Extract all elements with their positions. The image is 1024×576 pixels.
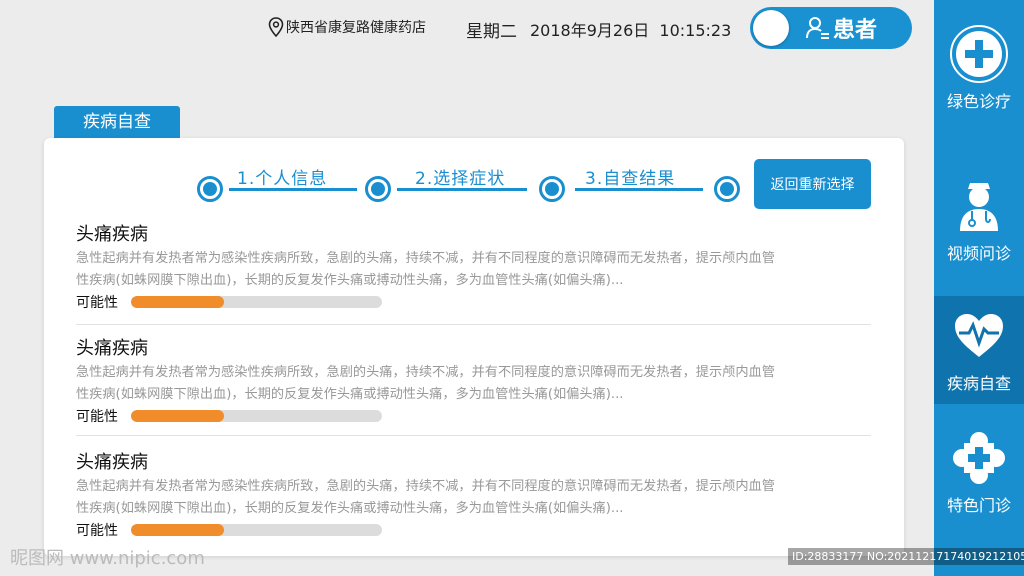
sidebar-item-label: 绿色诊疗 <box>946 92 1011 111</box>
user-role-label: 患者 <box>833 18 878 43</box>
step-results: 3.自查结果 <box>585 169 676 189</box>
result-item[interactable]: 头痛疾病 急性起病并有发热者常为感染性疾病所致，急剧的头痛，持续不减，并有不同程… <box>76 334 871 426</box>
step-dot <box>714 176 740 202</box>
step-dot <box>197 176 223 202</box>
result-description-line: 急性起病并有发热者常为感染性疾病所致，急剧的头痛，持续不减，并有不同程度的意识障… <box>76 479 775 494</box>
step-dot <box>539 176 565 202</box>
sidebar-item-video-consult[interactable]: 视频问诊 <box>934 166 1024 274</box>
result-description-line: 急性起病并有发热者常为感染性疾病所致，急剧的头痛，持续不减，并有不同程度的意识障… <box>76 251 775 266</box>
sidebar-item-label: 特色门诊 <box>946 496 1011 515</box>
medical-cross-icon <box>953 432 1005 484</box>
sidebar-item-label: 疾病自查 <box>946 374 1011 393</box>
result-description: 急性起病并有发热者常为感染性疾病所致，急剧的头痛，持续不减，并有不同程度的意识障… <box>76 476 871 520</box>
result-description: 急性起病并有发热者常为感染性疾病所致，急剧的头痛，持续不减，并有不同程度的意识障… <box>76 362 871 406</box>
doctor-icon <box>960 183 998 231</box>
sidebar-item-special-clinic[interactable]: 特色门诊 <box>934 418 1024 526</box>
probability-bar <box>131 296 382 308</box>
result-description-line: 性疾病(如蛛网膜下隙出血)，长期的反复发作头痛或搏动性头痛，多为血管性头痛(如偏… <box>76 501 624 516</box>
sidebar-item-self-check[interactable]: 疾病自查 <box>934 296 1024 404</box>
user-icon <box>806 17 829 39</box>
weekday: 星期二 <box>466 22 517 42</box>
step-dot <box>365 176 391 202</box>
location-pin-icon <box>268 17 284 37</box>
probability-label: 可能性 <box>76 409 118 425</box>
probability-fill <box>131 524 224 536</box>
probability-row: 可能性 <box>76 520 871 540</box>
header: 陕西省康复路健康药店 星期二 2018年9月26日 10:15:23 患者 <box>0 0 934 58</box>
probability-fill <box>131 296 224 308</box>
self-check-card: 1.个人信息 2.选择症状 3.自查结果 返回重新选择 头痛疾病 急性起病并有发… <box>44 138 904 556</box>
result-title: 头痛疾病 <box>76 338 148 359</box>
result-item[interactable]: 头痛疾病 急性起病并有发热者常为感染性疾病所致，急剧的头痛，持续不减，并有不同程… <box>76 448 871 540</box>
probability-bar <box>131 410 382 422</box>
result-item[interactable]: 头痛疾病 急性起病并有发热者常为感染性疾病所致，急剧的头痛，持续不减，并有不同程… <box>76 220 871 312</box>
probability-label: 可能性 <box>76 523 118 539</box>
result-description-line: 性疾病(如蛛网膜下隙出血)，长期的反复发作头痛或搏动性头痛，多为血管性头痛(如偏… <box>76 273 624 288</box>
heartbeat-icon <box>955 314 1003 357</box>
probability-bar <box>131 524 382 536</box>
sidebar-item-label: 视频问诊 <box>946 244 1011 263</box>
step-personal-info: 1.个人信息 <box>237 169 328 189</box>
probability-row: 可能性 <box>76 406 871 426</box>
toggle-knob[interactable] <box>753 10 789 46</box>
reset-selection-button[interactable]: 返回重新选择 <box>754 159 871 209</box>
datetime: 2018年9月26日 10:15:23 <box>530 21 732 40</box>
plus-circle-icon <box>950 25 1008 83</box>
result-title: 头痛疾病 <box>76 452 148 473</box>
divider <box>76 435 871 436</box>
sidebar: 绿色诊疗 视频问诊 疾病自查 特色门诊 <box>934 0 1024 576</box>
location-text: 陕西省康复路健康药店 <box>286 20 426 36</box>
result-description: 急性起病并有发热者常为感染性疾病所致，急剧的头痛，持续不减，并有不同程度的意识障… <box>76 248 871 292</box>
result-title: 头痛疾病 <box>76 224 148 245</box>
result-description-line: 急性起病并有发热者常为感染性疾病所致，急剧的头痛，持续不减，并有不同程度的意识障… <box>76 365 775 380</box>
watermark-id: ID:28833177 NO:20211217174019212105 <box>788 548 1024 565</box>
step-progress: 1.个人信息 2.选择症状 3.自查结果 <box>197 158 757 208</box>
probability-label: 可能性 <box>76 295 118 311</box>
result-description-line: 性疾病(如蛛网膜下隙出血)，长期的反复发作头痛或搏动性头痛，多为血管性头痛(如偏… <box>76 387 624 402</box>
user-role-toggle[interactable]: 患者 <box>750 7 912 49</box>
probability-row: 可能性 <box>76 292 871 312</box>
location: 陕西省康复路健康药店 <box>268 17 426 37</box>
probability-fill <box>131 410 224 422</box>
section-tab: 疾病自查 <box>54 106 180 138</box>
divider <box>76 324 871 325</box>
sidebar-item-green-clinic[interactable]: 绿色诊疗 <box>934 14 1024 122</box>
watermark-logo: 昵图网 www.nipic.com <box>10 548 205 569</box>
step-select-symptoms: 2.选择症状 <box>415 169 506 189</box>
